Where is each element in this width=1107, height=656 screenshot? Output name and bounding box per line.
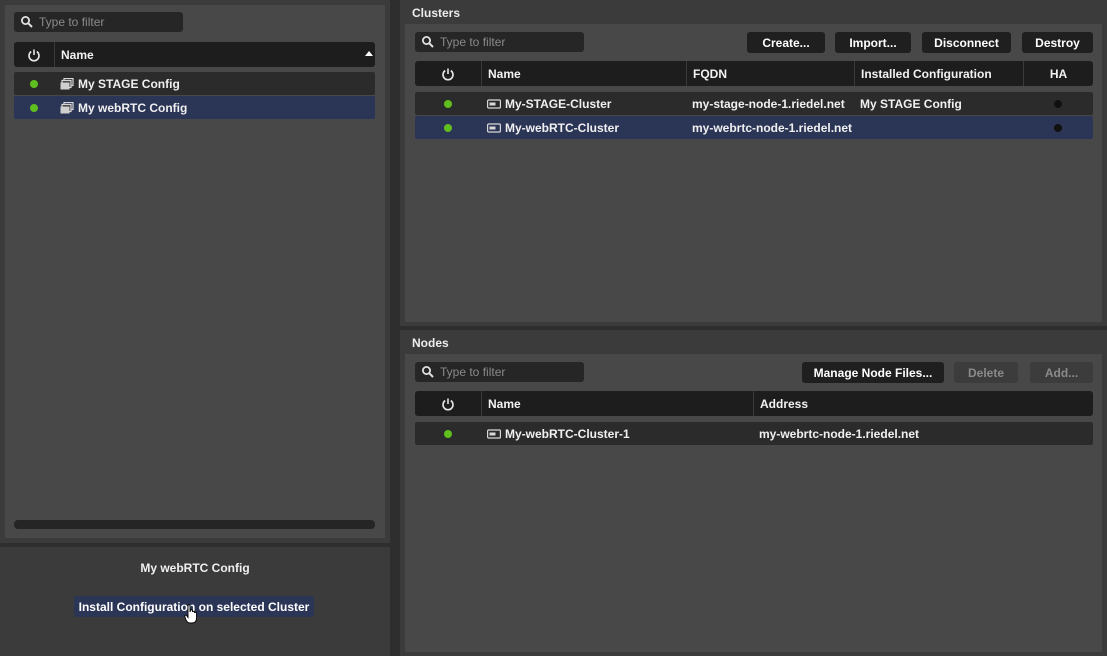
installed-config-column-label: Installed Configuration — [861, 66, 992, 81]
cluster-fqdn: my-webrtc-node-1.riedel.net — [692, 120, 853, 135]
ha-status-icon — [1054, 123, 1062, 132]
node-address: my-webrtc-node-1.riedel.net — [759, 426, 920, 441]
status-cell — [415, 116, 481, 139]
search-icon — [20, 15, 34, 29]
ha-column-label: HA — [1049, 66, 1068, 81]
status-cell — [14, 72, 54, 95]
clusters-panel: Clusters Create... Import... Disconnect … — [400, 0, 1107, 326]
power-column-header[interactable] — [14, 42, 54, 67]
fqdn-column-label: FQDN — [693, 66, 727, 81]
name-cell: My-STAGE-Cluster — [481, 92, 686, 115]
cluster-name: My-STAGE-Cluster — [505, 96, 612, 111]
horizontal-scrollbar[interactable] — [14, 520, 375, 529]
search-icon — [421, 35, 435, 49]
name-column-header[interactable]: Name — [54, 42, 375, 67]
installed-config-column-header[interactable]: Installed Configuration — [854, 61, 1023, 86]
cluster-installed-config — [854, 116, 1023, 139]
address-column-header[interactable]: Address — [753, 391, 1093, 416]
fqdn-column-header[interactable]: FQDN — [686, 61, 854, 86]
name-column-label: Name — [61, 47, 94, 62]
status-cell — [415, 422, 481, 445]
cluster-installed-config: My STAGE Config — [860, 96, 962, 111]
ha-cell — [1023, 116, 1093, 139]
status-cell — [14, 96, 54, 119]
power-column-header[interactable] — [415, 391, 481, 416]
node-icon — [487, 429, 501, 439]
destroy-button[interactable]: Destroy — [1022, 32, 1093, 53]
nodes-area: Manage Node Files... Delete Add... Name … — [405, 354, 1102, 652]
name-column-header[interactable]: Name — [481, 391, 753, 416]
configuration-icon — [60, 102, 74, 114]
nodes-filter-input[interactable] — [440, 365, 570, 379]
name-column-label: Name — [488, 396, 521, 411]
config-list-panel: Name My STAGE Config My webRTC Config — [0, 0, 390, 543]
nodes-filter[interactable] — [415, 362, 584, 382]
name-cell: My webRTC Config — [54, 96, 375, 119]
nodes-table-header[interactable]: Name Address — [415, 391, 1093, 416]
ha-cell — [1023, 92, 1093, 115]
delete-node-button[interactable]: Delete — [954, 362, 1018, 383]
online-status-icon — [444, 429, 452, 438]
server-icon — [487, 123, 501, 133]
manage-node-files-button[interactable]: Manage Node Files... — [802, 362, 944, 383]
cluster-row[interactable]: My-STAGE-Cluster my-stage-node-1.riedel.… — [415, 92, 1093, 115]
cluster-fqdn: my-stage-node-1.riedel.net — [692, 96, 845, 111]
online-status-icon — [30, 79, 38, 88]
status-cell — [415, 92, 481, 115]
nodes-title: Nodes — [412, 336, 449, 350]
import-cluster-button[interactable]: Import... — [835, 32, 911, 53]
power-icon — [441, 67, 455, 81]
nodes-panel: Nodes Manage Node Files... Delete Add...… — [400, 330, 1107, 656]
ha-status-icon — [1054, 99, 1062, 108]
hand-cursor-icon — [184, 604, 197, 624]
name-cell: My STAGE Config — [54, 72, 375, 95]
configuration-icon — [60, 78, 74, 90]
config-details-panel: My webRTC Config Install Configuration o… — [0, 547, 390, 656]
clusters-title: Clusters — [412, 6, 461, 20]
node-name: My-webRTC-Cluster-1 — [505, 426, 630, 441]
config-table-header[interactable]: Name — [14, 42, 375, 67]
clusters-filter-input[interactable] — [440, 35, 570, 49]
server-icon — [487, 99, 501, 109]
ha-column-header[interactable]: HA — [1023, 61, 1093, 86]
add-node-button[interactable]: Add... — [1030, 362, 1093, 383]
name-column-header[interactable]: Name — [481, 61, 686, 86]
config-filter-input[interactable] — [39, 15, 169, 29]
selected-config-name: My webRTC Config — [140, 561, 250, 575]
clusters-filter[interactable] — [415, 32, 584, 52]
config-row-selected[interactable]: My webRTC Config — [14, 96, 375, 119]
online-status-icon — [30, 103, 38, 112]
cluster-name: My-webRTC-Cluster — [505, 120, 620, 135]
name-column-label: Name — [488, 66, 521, 81]
sort-ascending-icon — [365, 51, 373, 56]
disconnect-button[interactable]: Disconnect — [922, 32, 1011, 53]
power-icon — [27, 48, 41, 62]
name-cell: My-webRTC-Cluster — [481, 116, 686, 139]
power-icon — [441, 397, 455, 411]
config-name: My STAGE Config — [78, 76, 180, 91]
power-column-header[interactable] — [415, 61, 481, 86]
online-status-icon — [444, 99, 452, 108]
config-row[interactable]: My STAGE Config — [14, 72, 375, 95]
clusters-area: Create... Import... Disconnect Destroy N… — [405, 24, 1102, 322]
clusters-table-header[interactable]: Name FQDN Installed Configuration HA — [415, 61, 1093, 86]
address-column-label: Address — [760, 396, 809, 411]
online-status-icon — [444, 123, 452, 132]
create-cluster-button[interactable]: Create... — [747, 32, 825, 53]
config-filter[interactable] — [14, 12, 183, 32]
cluster-row-selected[interactable]: My-webRTC-Cluster my-webrtc-node-1.riede… — [415, 116, 1093, 139]
search-icon — [421, 365, 435, 379]
config-name: My webRTC Config — [78, 100, 188, 115]
name-cell: My-webRTC-Cluster-1 — [481, 422, 753, 445]
config-list-area: Name My STAGE Config My webRTC Config — [5, 5, 385, 538]
node-row[interactable]: My-webRTC-Cluster-1 my-webrtc-node-1.rie… — [415, 422, 1093, 445]
